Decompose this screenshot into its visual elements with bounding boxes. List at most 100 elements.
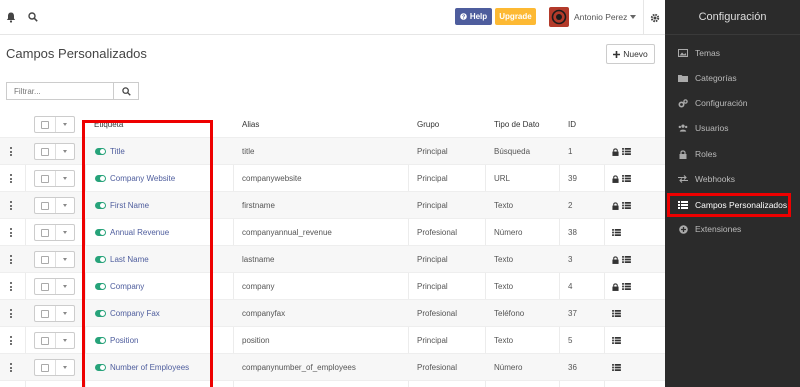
- id-cell: 1: [568, 147, 573, 156]
- row-select-checkbox[interactable]: [34, 332, 75, 349]
- type-cell: Texto: [494, 282, 514, 291]
- row-select-checkbox[interactable]: [34, 278, 75, 295]
- filter-search-button[interactable]: [113, 82, 139, 100]
- id-cell: 37: [568, 309, 577, 318]
- list-icon: [622, 256, 631, 263]
- chevron-down-icon[interactable]: [63, 231, 67, 234]
- row-menu-icon[interactable]: [9, 354, 13, 381]
- column-header-tipo[interactable]: Tipo de Dato: [494, 111, 540, 138]
- row-menu-icon[interactable]: [9, 192, 13, 219]
- chevron-down-icon[interactable]: [63, 285, 67, 288]
- row-select-checkbox[interactable]: [34, 305, 75, 322]
- column-header-alias[interactable]: Alias: [242, 111, 259, 138]
- chevron-down-icon[interactable]: [630, 15, 636, 19]
- sidebar-item-extensiones[interactable]: Extensiones: [665, 220, 800, 238]
- lock-icon: [612, 147, 619, 156]
- list-icon: [622, 148, 631, 155]
- row-icons: [612, 165, 631, 192]
- checkbox[interactable]: [41, 175, 49, 183]
- chevron-down-icon[interactable]: [63, 177, 67, 180]
- sidebar-item-webhooks[interactable]: Webhooks: [665, 170, 800, 188]
- type-cell: Búsqueda: [494, 147, 531, 156]
- new-button-label: Nuevo: [623, 49, 648, 59]
- checkbox[interactable]: [41, 202, 49, 210]
- lock-icon: [612, 174, 619, 183]
- search-icon[interactable]: [26, 10, 40, 24]
- group-cell: Profesional: [417, 228, 458, 237]
- row-menu-icon[interactable]: [9, 246, 13, 273]
- sidebar-item-temas[interactable]: Temas: [665, 44, 800, 62]
- type-cell: URL: [494, 174, 511, 183]
- column-header-grupo[interactable]: Grupo: [417, 111, 439, 138]
- page-title: Campos Personalizados: [6, 46, 147, 61]
- gear-icon[interactable]: [643, 0, 665, 35]
- filter-input[interactable]: [6, 82, 113, 100]
- chevron-down-icon[interactable]: [63, 366, 67, 369]
- sidebar-item-label: Extensiones: [695, 224, 742, 234]
- checkbox[interactable]: [41, 364, 49, 372]
- alias-cell: company: [242, 282, 275, 291]
- lock-icon: [612, 201, 619, 210]
- alias-cell: companyannual_revenue: [242, 228, 332, 237]
- row-menu-icon[interactable]: [9, 327, 13, 354]
- row-select-checkbox[interactable]: [34, 170, 75, 187]
- checkbox[interactable]: [41, 337, 49, 345]
- sidebar-item-categorias[interactable]: Categorías: [665, 69, 800, 87]
- list-icon: [612, 229, 621, 236]
- checkbox[interactable]: [41, 148, 49, 156]
- column-header-id[interactable]: ID: [568, 111, 576, 138]
- upgrade-button[interactable]: Upgrade: [495, 8, 536, 25]
- new-field-button[interactable]: Nuevo: [606, 44, 655, 64]
- row-menu-icon[interactable]: [9, 138, 13, 165]
- group-cell: Principal: [417, 201, 448, 210]
- list-icon: [622, 283, 631, 290]
- row-menu-icon[interactable]: [9, 300, 13, 327]
- chevron-down-icon[interactable]: [63, 339, 67, 342]
- checkbox[interactable]: [41, 229, 49, 237]
- select-all-checkbox[interactable]: [34, 116, 75, 133]
- row-menu-icon[interactable]: [9, 165, 13, 192]
- checkbox[interactable]: [41, 283, 49, 291]
- row-select-checkbox[interactable]: [34, 197, 75, 214]
- user-name[interactable]: Antonio Perez: [574, 12, 627, 22]
- row-select-checkbox[interactable]: [34, 251, 75, 268]
- folder-icon: [678, 73, 688, 83]
- row-icons: [612, 246, 631, 273]
- row-menu-icon[interactable]: [9, 219, 13, 246]
- group-cell: Profesional: [417, 363, 458, 372]
- alias-cell: position: [242, 336, 270, 345]
- row-menu-icon[interactable]: [9, 273, 13, 300]
- sidebar-item-label: Configuración: [695, 98, 748, 108]
- help-button[interactable]: ? Help: [455, 8, 492, 25]
- lock-icon: [678, 149, 688, 159]
- bell-icon[interactable]: [4, 10, 18, 24]
- row-select-checkbox[interactable]: [34, 359, 75, 376]
- row-select-checkbox[interactable]: [34, 224, 75, 241]
- id-cell: 3: [568, 255, 573, 264]
- chevron-down-icon[interactable]: [63, 123, 67, 126]
- sidebar-item-configuracion[interactable]: Configuración: [665, 94, 800, 112]
- list-icon: [622, 202, 631, 209]
- chevron-down-icon[interactable]: [63, 150, 67, 153]
- row-select-checkbox[interactable]: [34, 143, 75, 160]
- checkbox[interactable]: [41, 121, 49, 129]
- row-icons: [612, 219, 621, 246]
- chevron-down-icon[interactable]: [63, 204, 67, 207]
- id-cell: 5: [568, 336, 573, 345]
- checkbox[interactable]: [41, 256, 49, 264]
- help-label: Help: [469, 12, 488, 21]
- sidebar-item-roles[interactable]: Roles: [665, 145, 800, 163]
- question-circle-icon: ?: [460, 13, 467, 20]
- alias-cell: companynumber_of_employees: [242, 363, 356, 372]
- chevron-down-icon[interactable]: [63, 258, 67, 261]
- sidebar-item-usuarios[interactable]: Usuarios: [665, 119, 800, 137]
- row-icons: [612, 327, 621, 354]
- row-icons: [612, 192, 631, 219]
- type-cell: Teléfono: [494, 309, 525, 318]
- checkbox[interactable]: [41, 310, 49, 318]
- avatar[interactable]: [549, 7, 569, 27]
- group-cell: Principal: [417, 174, 448, 183]
- group-cell: Principal: [417, 147, 448, 156]
- row-icons: [612, 354, 621, 381]
- chevron-down-icon[interactable]: [63, 312, 67, 315]
